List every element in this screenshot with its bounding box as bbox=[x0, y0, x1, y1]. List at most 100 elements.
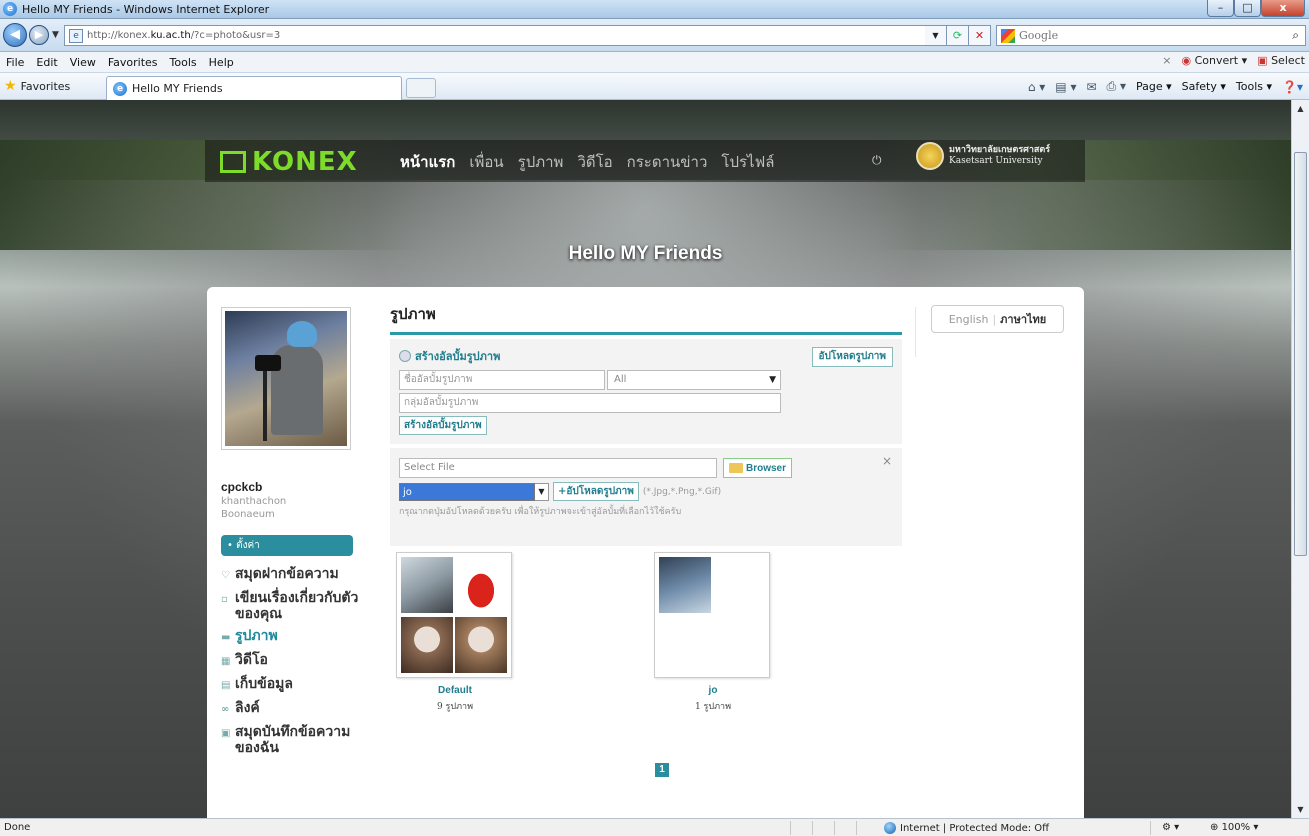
hero-title: Hello MY Friends bbox=[568, 243, 723, 264]
album-group-input[interactable]: กลุ่มอัลบั้มรูปภาพ bbox=[399, 393, 781, 413]
convert-button[interactable]: ◉ Convert ▾ bbox=[1182, 54, 1248, 67]
help-icon[interactable]: ❓▾ bbox=[1282, 80, 1303, 94]
window-title: Hello MY Friends - Windows Internet Expl… bbox=[22, 3, 270, 16]
print-icon[interactable]: ⎙ ▾ bbox=[1107, 79, 1126, 94]
sidebar-item-videos[interactable]: ▦ วิดีโอ bbox=[221, 652, 361, 670]
university-logo[interactable]: มหาวิทยาลัยเกษตรศาสตร์ Kasetsart Univers… bbox=[916, 142, 1050, 170]
album-name[interactable]: jo bbox=[654, 685, 772, 696]
sidebar-item-links[interactable]: ∞ ลิงค์ bbox=[221, 700, 361, 718]
scroll-down-icon[interactable]: ▼ bbox=[1292, 801, 1309, 818]
scroll-thumb[interactable] bbox=[1294, 152, 1307, 556]
logo-square-icon bbox=[220, 151, 246, 173]
mail-icon[interactable]: ✉ bbox=[1086, 80, 1096, 94]
lang-english[interactable]: English bbox=[949, 313, 989, 326]
home-icon[interactable]: ⌂ ▾ bbox=[1028, 80, 1045, 94]
address-tools: ▼ ⟳ ✕ bbox=[925, 25, 991, 46]
zoom-level[interactable]: ⊕ 100% ▾ bbox=[1210, 822, 1258, 833]
search-input[interactable] bbox=[1019, 29, 1269, 42]
settings-button[interactable]: • ตั้งค่า bbox=[221, 535, 353, 556]
address-input[interactable]: e http://konex.ku.ac.th/?c=photo&usr=3 bbox=[64, 25, 944, 46]
album-item[interactable]: Default 9 รูปภาพ bbox=[396, 552, 514, 713]
favorites-button[interactable]: ★ Favorites bbox=[4, 78, 70, 94]
new-tab-button[interactable] bbox=[406, 78, 436, 98]
vertical-scrollbar[interactable]: ▲ ▼ bbox=[1291, 100, 1309, 818]
star-icon: ★ bbox=[4, 78, 17, 94]
search-icon[interactable]: ⌕ bbox=[1292, 28, 1299, 43]
close-button[interactable]: x bbox=[1261, 0, 1305, 17]
album-name-input[interactable]: ชื่ออัลบั้มรูปภาพ bbox=[399, 370, 605, 390]
scroll-up-icon[interactable]: ▲ bbox=[1292, 100, 1309, 117]
menu-view[interactable]: View bbox=[64, 56, 102, 69]
album-count: 1 รูปภาพ bbox=[694, 702, 732, 712]
forward-button[interactable]: ▶ bbox=[29, 25, 49, 45]
upload-photo-form: × Select File Browser jo ▼ +อัปโหลดรูปภา… bbox=[390, 448, 902, 546]
stop-icon[interactable]: ✕ bbox=[969, 25, 991, 46]
browse-button[interactable]: Browser bbox=[723, 458, 793, 478]
nav-profile[interactable]: โปรไฟล์ bbox=[721, 150, 774, 174]
notebook-icon: ▣ bbox=[221, 728, 231, 739]
tools-menu[interactable]: Tools ▾ bbox=[1236, 80, 1272, 93]
link-icon: ∞ bbox=[221, 704, 230, 715]
address-toolbar: ◀ ▶ ▼ e http://konex.ku.ac.th/?c=photo&u… bbox=[0, 19, 1309, 52]
close-icon[interactable]: × bbox=[882, 454, 892, 468]
album-privacy-select[interactable]: All ▼ bbox=[607, 370, 781, 390]
sidebar-item-notebook[interactable]: ▣ สมุดบันทึกข้อความของฉัน bbox=[221, 724, 361, 756]
album-item[interactable]: jo 1 รูปภาพ bbox=[654, 552, 772, 713]
address-dropdown-icon[interactable]: ▼ bbox=[925, 25, 947, 46]
nav-home[interactable]: หน้าแรก bbox=[400, 150, 455, 174]
sidebar-item-storage[interactable]: ▤ เก็บข้อมูล bbox=[221, 676, 361, 694]
menu-favorites[interactable]: Favorites bbox=[102, 56, 164, 69]
page-menu[interactable]: Page ▾ bbox=[1136, 80, 1172, 93]
upload-photo-button[interactable]: อัปโหลดรูปภาพ bbox=[811, 347, 893, 367]
protected-mode-icon[interactable]: ⚙ ▾ bbox=[1162, 822, 1179, 833]
album-thumbnail[interactable] bbox=[654, 552, 770, 678]
history-dropdown-icon[interactable]: ▼ bbox=[52, 30, 59, 40]
profile-links: ♡ สมุดฝากข้อความ ▫ เขียนเรื่องเกี่ยวกับตัว… bbox=[221, 566, 361, 756]
sidebar-item-about-me[interactable]: ▫ เขียนเรื่องเกี่ยวกับตัวของคุณ bbox=[221, 590, 361, 622]
command-bar: ⌂ ▾ ▤ ▾ ✉ ⎙ ▾ Page ▾ Safety ▾ Tools ▾ ❓▾ bbox=[1028, 79, 1303, 94]
ie-tab-icon: e bbox=[113, 81, 127, 96]
album-list: Default 9 รูปภาพ jo 1 รูปภาพ bbox=[390, 552, 902, 713]
target-album-select[interactable]: jo ▼ bbox=[399, 482, 549, 501]
safety-menu[interactable]: Safety ▾ bbox=[1182, 80, 1226, 93]
select-button[interactable]: ▣ Select bbox=[1257, 54, 1305, 67]
back-button[interactable]: ◀ bbox=[3, 23, 27, 47]
avatar[interactable] bbox=[221, 307, 351, 450]
folder-icon bbox=[729, 463, 743, 473]
refresh-icon[interactable]: ⟳ bbox=[947, 25, 969, 46]
nav-friends[interactable]: เพื่อน bbox=[469, 150, 503, 174]
upload-button[interactable]: +อัปโหลดรูปภาพ bbox=[553, 482, 639, 501]
album-thumbnail[interactable] bbox=[396, 552, 512, 678]
pagination-page[interactable]: 1 bbox=[655, 763, 669, 777]
search-box[interactable]: ⌕ bbox=[996, 25, 1306, 46]
lang-thai[interactable]: ภาษาไทย bbox=[1000, 310, 1046, 328]
maximize-button[interactable]: □ bbox=[1234, 0, 1261, 17]
status-text: Done bbox=[4, 822, 31, 833]
security-zone[interactable]: Internet | Protected Mode: Off bbox=[884, 822, 1049, 834]
storage-icon: ▤ bbox=[221, 680, 231, 691]
menu-file[interactable]: File bbox=[0, 56, 30, 69]
menu-help[interactable]: Help bbox=[203, 56, 240, 69]
photos-content: รูปภาพ สร้างอัลบั้มรูปภาพ อัปโหลดรูปภาพ … bbox=[390, 302, 902, 713]
profile-username[interactable]: cpckcb bbox=[221, 480, 361, 494]
create-album-form: สร้างอัลบั้มรูปภาพ อัปโหลดรูปภาพ ชื่ออัล… bbox=[390, 339, 902, 444]
nav-photos[interactable]: รูปภาพ bbox=[518, 150, 564, 174]
menu-edit[interactable]: Edit bbox=[30, 56, 63, 69]
feeds-icon[interactable]: ▤ ▾ bbox=[1055, 80, 1076, 94]
sidebar-item-guestbook[interactable]: ♡ สมุดฝากข้อความ bbox=[221, 566, 361, 584]
menu-right-tools: × ◉ Convert ▾ ▣ Select bbox=[1162, 54, 1305, 67]
tab-hello-my-friends[interactable]: e Hello MY Friends bbox=[106, 76, 402, 100]
konex-logo[interactable]: KONEX bbox=[220, 147, 358, 177]
menu-tools[interactable]: Tools bbox=[164, 56, 203, 69]
file-input[interactable]: Select File bbox=[399, 458, 717, 478]
close-toolbar-icon[interactable]: × bbox=[1162, 54, 1171, 67]
minimize-button[interactable]: – bbox=[1207, 0, 1234, 17]
window-titlebar: e Hello MY Friends - Windows Internet Ex… bbox=[0, 0, 1309, 19]
album-name[interactable]: Default bbox=[396, 685, 514, 696]
create-album-button[interactable]: สร้างอัลบั้มรูปภาพ bbox=[399, 416, 487, 435]
nav-videos[interactable]: วิดีโอ bbox=[577, 150, 612, 174]
nav-board[interactable]: กระดานข่าว bbox=[627, 150, 708, 174]
logout-power-icon[interactable]: ⏻ bbox=[872, 153, 882, 168]
sidebar-item-photos[interactable]: ▬ รูปภาพ bbox=[221, 628, 361, 646]
album-count: 9 รูปภาพ bbox=[436, 702, 474, 712]
